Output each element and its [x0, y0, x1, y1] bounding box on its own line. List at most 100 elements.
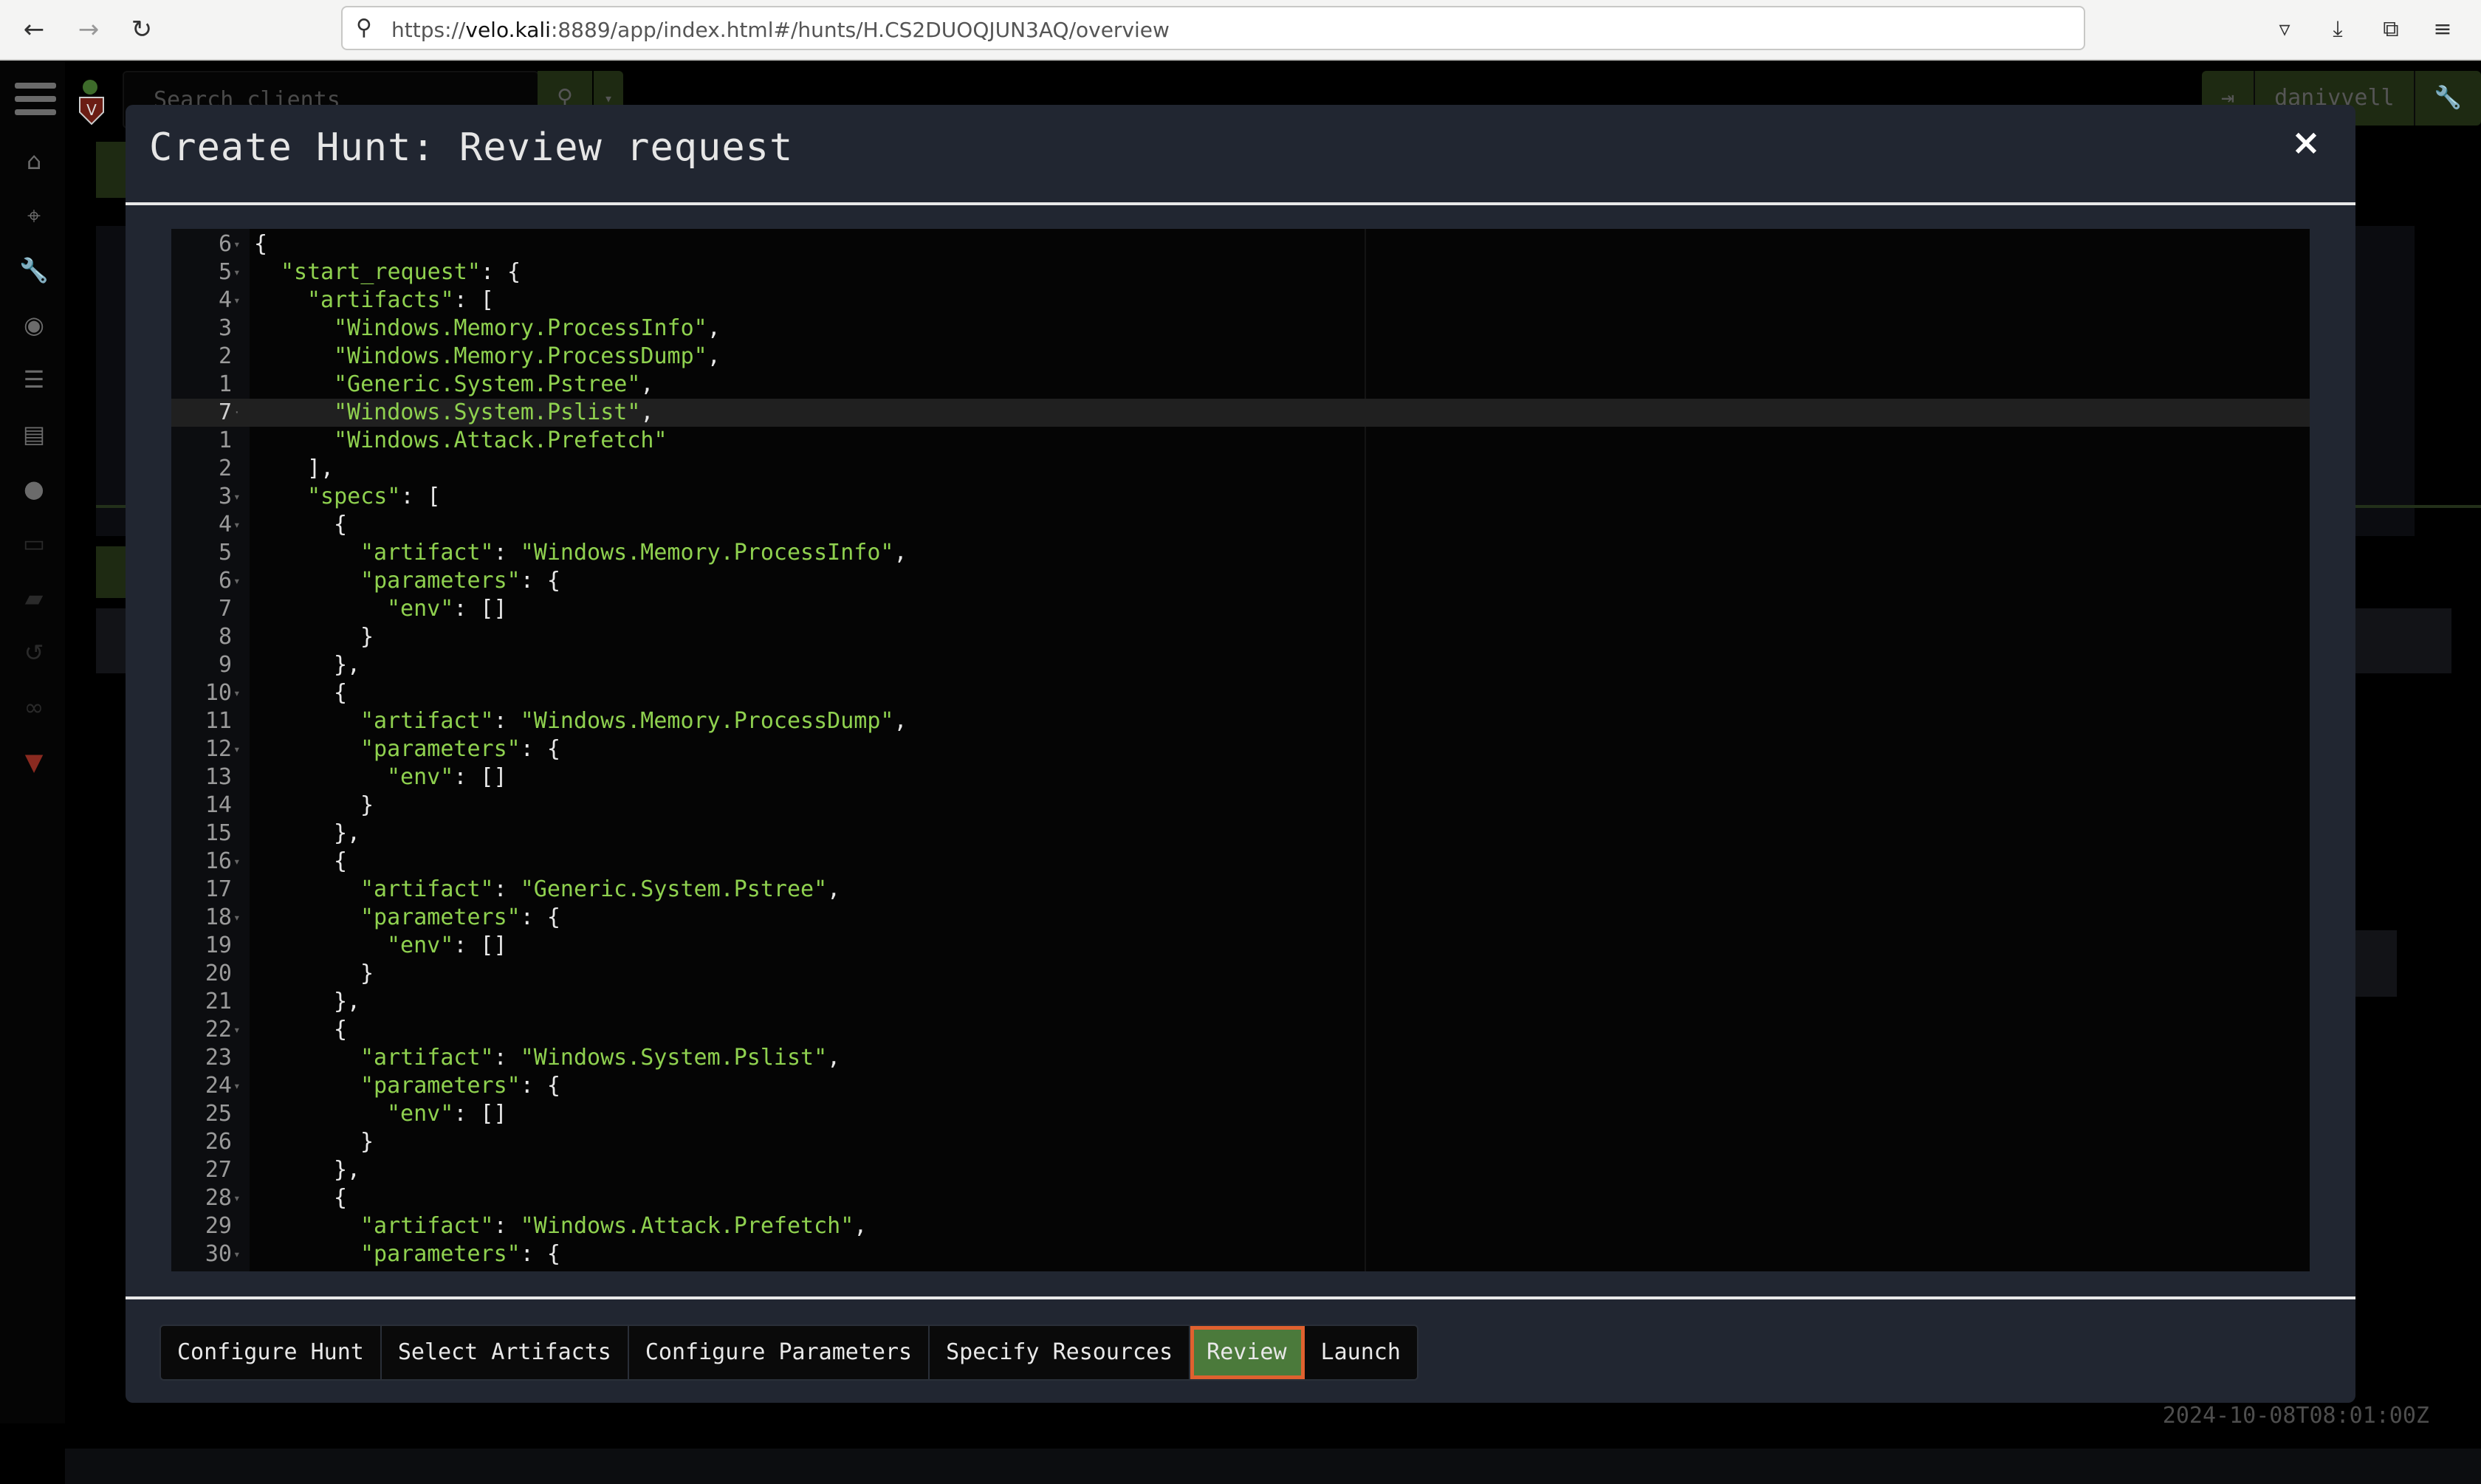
code-line[interactable]: 13 "env": []	[171, 763, 2310, 791]
wrench-icon[interactable]: 🔧	[16, 253, 52, 288]
line-number: 21	[205, 989, 232, 1014]
code-line[interactable]: 24 ▾ "parameters": {	[171, 1072, 2310, 1100]
step-launch-button[interactable]: Launch	[1305, 1326, 1417, 1379]
json-string: "artifact"	[360, 1213, 494, 1239]
code-line[interactable]: 14}	[171, 791, 2310, 820]
fold-toggle-icon[interactable]: ▾	[233, 286, 247, 315]
fold-toggle-icon[interactable]: ▾	[233, 848, 247, 876]
back-icon[interactable]: ←	[18, 13, 50, 46]
json-punctuation: : {	[520, 904, 560, 930]
close-icon[interactable]: ×	[2288, 124, 2324, 161]
code-line[interactable]: 17 "artifact": "Generic.System.Pstree",	[171, 876, 2310, 904]
home-icon[interactable]: ⌂	[16, 143, 52, 179]
status-footer	[65, 1449, 2481, 1484]
code-text: "artifact": "Windows.Memory.ProcessInfo"…	[360, 539, 907, 567]
step-configure-parameters-button[interactable]: Configure Parameters	[629, 1326, 930, 1379]
code-line[interactable]: 5 ▾ "start_request": {	[171, 258, 2310, 286]
step-review-button[interactable]: Review	[1190, 1326, 1305, 1379]
fold-toggle-icon[interactable]: ▾	[233, 735, 247, 763]
eye-icon[interactable]: ◉	[16, 307, 52, 343]
menu-icon[interactable]: ≡	[2426, 13, 2459, 46]
history-icon[interactable]: ↺	[16, 635, 52, 670]
code-line[interactable]: 22 ▾ {	[171, 1016, 2310, 1044]
code-text: },	[334, 988, 360, 1016]
code-line[interactable]: 4 ▾ "artifacts": [	[171, 286, 2310, 315]
code-line[interactable]: 2],	[171, 455, 2310, 483]
json-string: "Windows.Memory.ProcessInfo"	[520, 540, 894, 566]
json-string: "parameters"	[360, 736, 521, 762]
code-line[interactable]: 29 "artifact": "Windows.Attack.Prefetch",	[171, 1212, 2310, 1240]
code-line[interactable]: 27},	[171, 1156, 2310, 1184]
book-icon[interactable]: ▤	[16, 416, 52, 452]
code-line[interactable]: 15},	[171, 820, 2310, 848]
extensions-icon[interactable]: ⧉	[2375, 13, 2407, 46]
hamburger-icon[interactable]	[15, 83, 56, 120]
folder-icon[interactable]: ▰	[16, 580, 52, 616]
code-line[interactable]: 5 "artifact": "Windows.Memory.ProcessInfo…	[171, 539, 2310, 567]
line-number: 6	[218, 568, 232, 594]
server-icon[interactable]: ☰	[16, 362, 52, 397]
json-punctuation: : []	[453, 1101, 507, 1127]
json-string: "artifact"	[360, 708, 494, 734]
url-bar[interactable]: ⚲ https://velo.kali:8889/app/index.html#…	[341, 6, 2085, 50]
velociraptor-icon[interactable]: ▼	[16, 744, 52, 780]
fold-toggle-icon[interactable]: ▾	[233, 567, 247, 595]
laptop-icon[interactable]: ▭	[16, 526, 52, 561]
line-number: 15	[205, 820, 232, 846]
fold-toggle-icon[interactable]: ▾	[233, 679, 247, 707]
code-line[interactable]: 9},	[171, 651, 2310, 679]
code-line[interactable]: 3 "Windows.Memory.ProcessInfo",	[171, 315, 2310, 343]
code-line[interactable]: 4 ▾ {	[171, 511, 2310, 539]
download-icon[interactable]: ⤓	[2322, 13, 2354, 46]
code-line[interactable]: 7 "env": []	[171, 595, 2310, 623]
url-text: https://velo.kali:8889/app/index.html#/h…	[391, 18, 1170, 42]
code-line[interactable]: 6 ▾ "parameters": {	[171, 567, 2310, 595]
code-line[interactable]: 12 ▾ "parameters": {	[171, 735, 2310, 763]
fold-toggle-icon[interactable]: ▾	[233, 904, 247, 932]
fold-toggle-icon[interactable]: ▾	[233, 1072, 247, 1100]
user-settings-wrench-icon[interactable]: 🔧	[2415, 71, 2481, 126]
code-line[interactable]: 26}	[171, 1128, 2310, 1156]
json-string: "Windows.Memory.ProcessDump"	[520, 708, 894, 734]
code-line[interactable]: 11 "artifact": "Windows.Memory.ProcessDum…	[171, 707, 2310, 735]
code-line[interactable]: 20}	[171, 960, 2310, 988]
fold-toggle-icon[interactable]: ▾	[233, 1016, 247, 1044]
code-line[interactable]: 8}	[171, 623, 2310, 651]
code-line[interactable]: 18 ▾ "parameters": {	[171, 904, 2310, 932]
forward-icon[interactable]: →	[72, 13, 105, 46]
step-specify-resources-button[interactable]: Specify Resources	[930, 1326, 1191, 1379]
code-line[interactable]: 6 ▾{	[171, 230, 2310, 258]
fold-toggle-icon[interactable]: ▾	[233, 1184, 247, 1212]
fold-toggle-icon[interactable]: ▾	[233, 511, 247, 539]
json-punctuation: :	[493, 540, 521, 566]
json-punctuation: },	[334, 989, 361, 1014]
reload-icon[interactable]: ↻	[126, 13, 158, 46]
code-line[interactable]: 21},	[171, 988, 2310, 1016]
code-line[interactable]: 16 ▾ {	[171, 848, 2310, 876]
fold-toggle-icon[interactable]: ▾	[233, 483, 247, 511]
code-text: {	[334, 1184, 347, 1212]
step-select-artifacts-button[interactable]: Select Artifacts	[382, 1326, 629, 1379]
step-configure-hunt-button[interactable]: Configure Hunt	[161, 1326, 382, 1379]
code-line[interactable]: 10 ▾ {	[171, 679, 2310, 707]
code-line[interactable]: 1 "Generic.System.Pstree",	[171, 371, 2310, 399]
velociraptor-logo[interactable]: V	[74, 75, 112, 127]
json-review-editor[interactable]: 6 ▾{5 ▾ "start_request": {4 ▾ "artifacts": [3…	[171, 229, 2310, 1271]
fold-toggle-icon[interactable]: ▾	[233, 258, 247, 286]
code-line[interactable]: 7 · "Windows.System.Pslist",	[171, 399, 2310, 427]
code-line[interactable]: 28 ▾ {	[171, 1184, 2310, 1212]
code-line[interactable]: 19 "env": []	[171, 932, 2310, 960]
pocket-icon[interactable]: ▿	[2268, 13, 2301, 46]
code-line[interactable]: 1 "Windows.Attack.Prefetch"	[171, 427, 2310, 455]
code-line[interactable]: 2 "Windows.Memory.ProcessDump",	[171, 343, 2310, 371]
fold-toggle-icon[interactable]: ▾	[233, 230, 247, 258]
code-line[interactable]: 23 "artifact": "Windows.System.Pslist",	[171, 1044, 2310, 1072]
fold-toggle-icon[interactable]: ▾	[233, 1240, 247, 1268]
code-line[interactable]: 30 ▾ "parameters": {	[171, 1240, 2310, 1268]
json-punctuation: : {	[520, 568, 560, 594]
binoculars-icon[interactable]: ∞	[16, 690, 52, 725]
code-line[interactable]: 3 ▾ "specs": [	[171, 483, 2310, 511]
user-icon[interactable]: ●	[16, 471, 52, 506]
code-line[interactable]: 25 "env": []	[171, 1100, 2310, 1128]
crosshair-icon[interactable]: ⌖	[16, 198, 52, 233]
